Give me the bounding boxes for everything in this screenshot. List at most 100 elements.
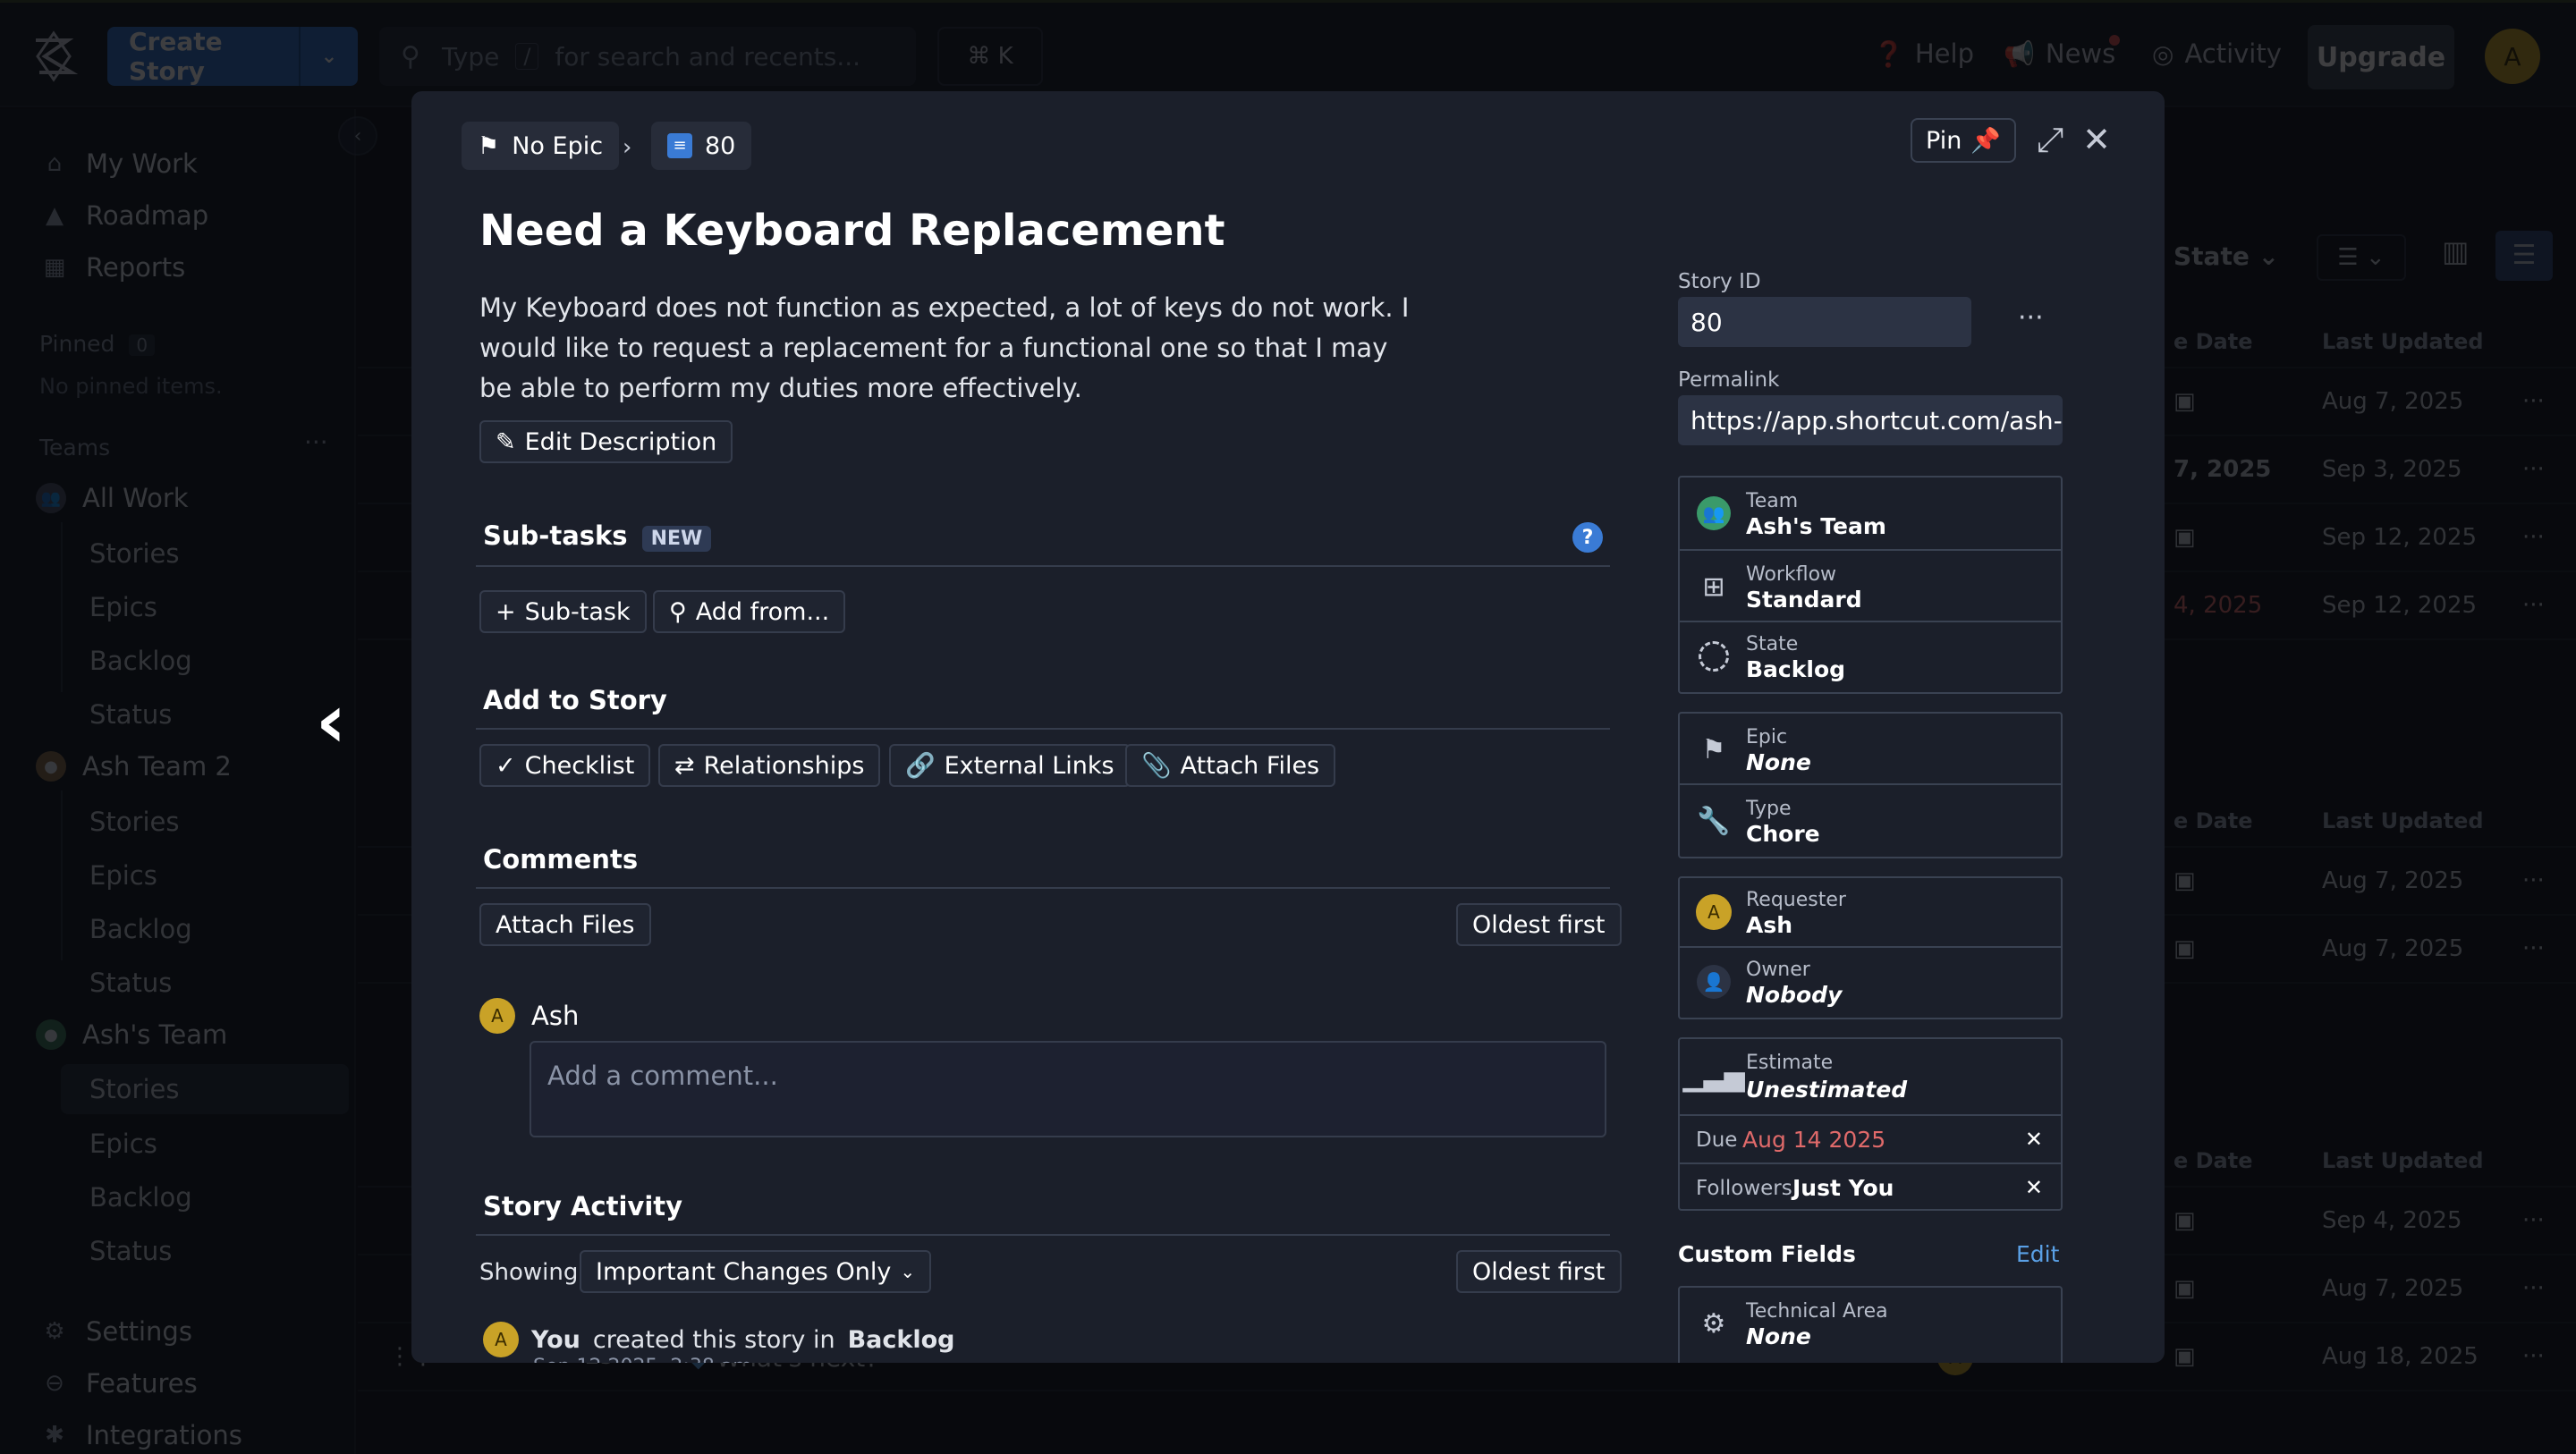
flag-icon: ⚑	[478, 131, 500, 160]
technical-area-key: Technical Area	[1746, 1300, 1888, 1323]
epic-value: None	[1746, 749, 1811, 775]
custom-fields-group: ⚙ Technical Area None	[1678, 1286, 2063, 1363]
owner-value: Nobody	[1746, 982, 1843, 1008]
story-title[interactable]: Need a Keyboard Replacement	[479, 206, 1225, 256]
activity-timestamp: Sep 12 2025, 2:38 am	[533, 1356, 752, 1363]
relationships-icon: ⇄	[674, 751, 695, 780]
requester-field[interactable]: A Requester Ash	[1680, 878, 2061, 948]
due-value: Aug 14 2025	[1742, 1127, 1886, 1153]
expand-icon[interactable]: ⤢	[2030, 120, 2070, 159]
bar-chart-icon: ▁▃▅	[1682, 1061, 1745, 1093]
team-field[interactable]: 👥 Team Ash's Team	[1680, 478, 2061, 551]
breadcrumb-chevron-icon: ›	[623, 134, 632, 161]
story-id-field[interactable]: 80	[1678, 297, 1971, 347]
estimate-due-followers-group: ▁▃▅ Estimate Unestimated Due Aug 14 2025…	[1678, 1037, 2063, 1211]
permalink-label: Permalink	[1678, 368, 1780, 392]
permalink-field[interactable]: https://app.shortcut.com/ash-w	[1678, 395, 2063, 445]
requester-owner-group: A Requester Ash 👤 Owner Nobody	[1678, 876, 2063, 1019]
comments-sort-button[interactable]: Oldest first	[1456, 903, 1622, 946]
requester-avatar: A	[1696, 894, 1732, 930]
relationships-label: Relationships	[703, 751, 865, 780]
relationships-button[interactable]: ⇄ Relationships	[658, 744, 881, 787]
activity-filter-value: Important Changes Only	[596, 1257, 892, 1286]
add-to-story-heading: Add to Story	[483, 685, 667, 715]
activity-sort-button[interactable]: Oldest first	[1456, 1250, 1622, 1293]
pin-label: Pin	[1926, 126, 1962, 155]
comment-input[interactable]: Add a comment...	[530, 1041, 1606, 1137]
story-dialog: ⚑ No Epic › ≡ 80 Pin 📌 ⤢ ✕ Need a Keyboar…	[411, 91, 2165, 1363]
link-icon: 🔗	[905, 752, 936, 780]
divider	[476, 565, 1610, 567]
showing-label: Showing:	[479, 1259, 587, 1286]
workflow-icon: ⊞	[1702, 571, 1725, 603]
epic-type-group: ⚑ Epic None 🔧 Type Chore	[1678, 712, 2063, 858]
avatar: A	[479, 998, 515, 1034]
attach-files-label: Attach Files	[1180, 751, 1320, 780]
activity-filter-dropdown[interactable]: Important Changes Only ⌄	[580, 1250, 932, 1293]
state-field[interactable]: State Backlog	[1680, 622, 2061, 692]
help-icon[interactable]: ?	[1572, 522, 1603, 553]
previous-story-arrow-icon[interactable]: ‹	[297, 677, 365, 765]
technical-area-value: None	[1746, 1323, 1811, 1349]
type-value: Chore	[1746, 821, 1820, 847]
type-field[interactable]: 🔧 Type Chore	[1680, 785, 2061, 857]
epic-breadcrumb-chip[interactable]: ⚑ No Epic	[462, 122, 620, 170]
subtasks-heading: Sub-tasks NEW	[483, 520, 712, 552]
followers-key: Followers	[1696, 1177, 1792, 1200]
comment-author-name: Ash	[531, 1001, 580, 1031]
followers-field[interactable]: Followers Just You ✕	[1680, 1164, 2061, 1211]
pin-button[interactable]: Pin 📌	[1911, 118, 2016, 163]
requester-value: Ash	[1746, 912, 1793, 938]
plus-icon: +	[496, 597, 516, 626]
pencil-icon: ✎	[496, 427, 516, 456]
followers-value: Just You	[1792, 1175, 1894, 1201]
checklist-button[interactable]: ✓ Checklist	[479, 744, 651, 787]
comments-attach-files-button[interactable]: Attach Files	[479, 903, 651, 946]
paperclip-icon: 📎	[1141, 752, 1172, 780]
activity-text: created this story in	[592, 1325, 835, 1354]
workflow-value: Standard	[1746, 587, 1862, 613]
state-backlog-icon	[1696, 638, 1732, 674]
divider	[476, 1234, 1610, 1236]
more-options-icon[interactable]: ···	[2018, 302, 2044, 334]
workflow-field[interactable]: ⊞ Workflow Standard	[1680, 551, 2061, 622]
wrench-icon: 🔧	[1697, 805, 1731, 837]
activity-actor[interactable]: You	[531, 1326, 580, 1354]
activity-target[interactable]: Backlog	[848, 1326, 955, 1354]
epic-key: Epic	[1746, 726, 1788, 748]
edit-description-label: Edit Description	[524, 427, 717, 456]
clear-followers-icon[interactable]: ✕	[2025, 1175, 2043, 1200]
divider	[476, 728, 1610, 730]
external-links-label: External Links	[944, 751, 1114, 780]
gear-icon: ⚙	[1701, 1307, 1726, 1340]
technical-area-field[interactable]: ⚙ Technical Area None	[1680, 1288, 2061, 1359]
edit-description-button[interactable]: ✎ Edit Description	[479, 420, 733, 463]
story-id-chip-label: 80	[705, 131, 736, 160]
custom-fields-heading: Custom Fields	[1678, 1241, 1856, 1267]
estimate-key: Estimate	[1746, 1052, 1834, 1074]
avatar: A	[483, 1322, 519, 1357]
clear-due-icon[interactable]: ✕	[2025, 1127, 2043, 1152]
add-from-label: Add from...	[695, 597, 830, 626]
workflow-key: Workflow	[1746, 563, 1837, 586]
owner-field[interactable]: 👤 Owner Nobody	[1680, 948, 2061, 1018]
person-icon: 👤	[1696, 964, 1732, 1000]
epic-chip-label: No Epic	[512, 131, 604, 160]
add-from-button[interactable]: ⚲ Add from...	[653, 590, 846, 633]
team-workflow-state-group: 👥 Team Ash's Team ⊞ Workflow Standard St…	[1678, 476, 2063, 694]
add-subtask-button[interactable]: + Sub-task	[479, 590, 647, 633]
attach-files-button[interactable]: 📎 Attach Files	[1125, 744, 1336, 787]
team-icon: 👥	[1696, 495, 1732, 531]
due-field[interactable]: Due Aug 14 2025 ✕	[1680, 1116, 2061, 1164]
external-links-button[interactable]: 🔗 External Links	[889, 744, 1131, 787]
story-id-label: Story ID	[1678, 270, 1761, 293]
story-type-icon: ≡	[667, 133, 692, 158]
estimate-field[interactable]: ▁▃▅ Estimate Unestimated	[1680, 1039, 2061, 1116]
owner-key: Owner	[1746, 959, 1810, 981]
add-subtask-label: Sub-task	[524, 597, 631, 626]
custom-fields-edit-link[interactable]: Edit	[2016, 1241, 2059, 1267]
activity-entry: A You created this story in Backlog	[483, 1322, 954, 1357]
epic-field[interactable]: ⚑ Epic None	[1680, 714, 2061, 785]
story-id-chip[interactable]: ≡ 80	[651, 122, 752, 170]
close-icon[interactable]: ✕	[2077, 120, 2116, 159]
